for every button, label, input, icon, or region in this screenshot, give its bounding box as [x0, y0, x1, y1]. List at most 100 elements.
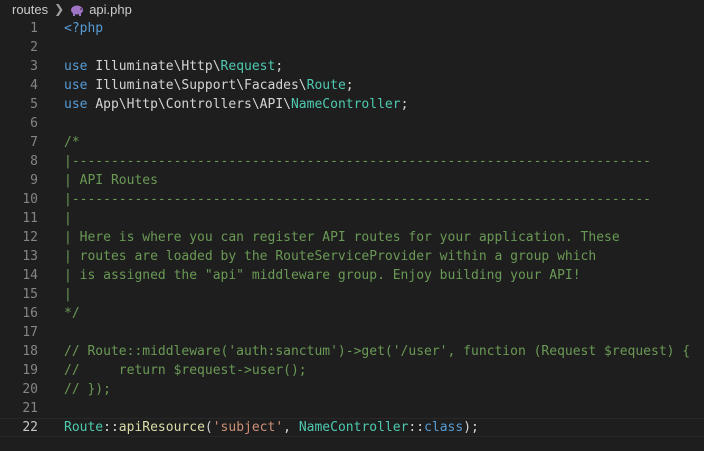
code-token: Request — [220, 59, 276, 74]
line-number: 10 — [22, 192, 38, 207]
chevron-right-icon: ❯ — [54, 2, 65, 16]
code-token: use — [64, 78, 96, 93]
code-line[interactable]: 2 — [0, 38, 704, 57]
code-token: , — [283, 420, 299, 435]
code-token: // Route::middleware('auth:sanctum')->ge… — [64, 344, 691, 359]
code-token: ; — [275, 59, 284, 74]
code-line[interactable]: 12 | Here is where you can register API r… — [0, 228, 704, 247]
code-line[interactable]: 10 |-------------------------------------… — [0, 190, 704, 209]
code-line[interactable]: 15 | — [0, 285, 704, 304]
code-token: | — [64, 287, 72, 302]
code-line[interactable]: 9 | API Routes — [0, 171, 704, 190]
code-line[interactable]: 16 */ — [0, 304, 704, 323]
code-text[interactable]: // return $request->user(); — [64, 361, 307, 380]
line-number: 19 — [22, 363, 38, 378]
code-line[interactable]: 1 <?php — [0, 19, 704, 38]
line-number: 8 — [30, 154, 38, 169]
code-token: App\Http\Controllers\API\ — [95, 97, 291, 112]
code-token: 'subject' — [212, 420, 284, 435]
code-text[interactable]: // }); — [64, 380, 111, 399]
line-number: 5 — [30, 97, 38, 112]
line-number: 20 — [22, 382, 38, 397]
code-token: Route — [306, 78, 346, 93]
code-line[interactable]: 14 | is assigned the "api" middleware gro… — [0, 266, 704, 285]
line-number: 18 — [22, 344, 38, 359]
line-number: 3 — [30, 59, 38, 74]
code-line[interactable]: 6 — [0, 114, 704, 133]
line-number: 2 — [30, 40, 38, 55]
code-token: ; — [345, 78, 354, 93]
code-text[interactable]: | routes are loaded by the RouteServiceP… — [64, 247, 596, 266]
code-text[interactable]: |---------------------------------------… — [64, 152, 651, 171]
code-token: ); — [463, 420, 479, 435]
code-token: ( — [204, 420, 213, 435]
line-number: 4 — [30, 78, 38, 93]
code-token: |---------------------------------------… — [64, 154, 651, 169]
code-text[interactable]: use App\Http\Controllers\API\NameControl… — [64, 95, 408, 114]
line-number: 21 — [22, 401, 38, 416]
code-token: | is assigned the "api" middleware group… — [64, 268, 581, 283]
code-token: :: — [103, 420, 119, 435]
code-token: use — [64, 97, 96, 112]
code-line[interactable]: 7 /* — [0, 133, 704, 152]
code-token: class — [424, 420, 464, 435]
code-editor[interactable]: routes ❯ api.php 1 <?php 2 3 use Illuminate\… — [0, 0, 704, 451]
code-token: /* — [64, 135, 80, 150]
line-number: 1 — [30, 21, 38, 36]
code-line[interactable]: 18 // Route::middleware('auth:sanctum')->… — [0, 342, 704, 361]
code-text[interactable]: | Here is where you can register API rou… — [64, 228, 620, 247]
code-token: use — [64, 59, 96, 74]
line-number: 15 — [22, 287, 38, 302]
line-number: 13 — [22, 249, 38, 264]
line-number: 16 — [22, 306, 38, 321]
code-token: | routes are loaded by the RouteServiceP… — [64, 249, 597, 264]
code-text[interactable]: use Illuminate\Support\Facades\Route; — [64, 76, 354, 95]
breadcrumb-folder[interactable]: routes — [12, 2, 48, 17]
code-line[interactable]: 20 // }); — [0, 380, 704, 399]
code-token: | — [64, 211, 72, 226]
code-token: apiResource — [118, 420, 205, 435]
code-line[interactable]: 8 |--------------------------------------… — [0, 152, 704, 171]
code-line[interactable]: 22 Route::apiResource('subject', NameCont… — [0, 418, 704, 437]
code-line[interactable]: 19 // return $request->user(); — [0, 361, 704, 380]
code-text[interactable]: | is assigned the "api" middleware group… — [64, 266, 581, 285]
code-text[interactable]: // Route::middleware('auth:sanctum')->ge… — [64, 342, 690, 361]
line-number: 17 — [22, 325, 38, 340]
code-line[interactable]: 5 use App\Http\Controllers\API\NameContro… — [0, 95, 704, 114]
breadcrumb-file-label: api.php — [89, 1, 132, 17]
code-text[interactable]: |---------------------------------------… — [64, 190, 651, 209]
code-line[interactable]: 17 — [0, 323, 704, 342]
line-number: 6 — [30, 116, 38, 131]
code-token: Illuminate\Support\Facades\ — [95, 78, 307, 93]
code-token: Illuminate\Http\ — [95, 59, 221, 74]
code-text[interactable]: use Illuminate\Http\Request; — [64, 57, 283, 76]
code-token: NameController — [298, 420, 409, 435]
code-token: :: — [408, 420, 425, 435]
code-line[interactable]: 3 use Illuminate\Http\Request; — [0, 57, 704, 76]
code-token: <?php — [64, 21, 104, 36]
line-number: 9 — [30, 173, 38, 188]
code-line[interactable]: 11 | — [0, 209, 704, 228]
php-elephant-icon — [71, 5, 84, 16]
code-text[interactable]: /* — [64, 133, 80, 152]
code-text[interactable]: <?php — [64, 19, 103, 38]
code-text[interactable]: | — [64, 209, 72, 228]
code-text[interactable]: | — [64, 285, 72, 304]
code-text[interactable]: */ — [64, 304, 80, 323]
code-token: // }); — [64, 382, 111, 397]
line-number: 11 — [22, 211, 38, 226]
code-text[interactable]: Route::apiResource('subject', NameContro… — [64, 418, 479, 437]
code-line[interactable]: 21 — [0, 399, 704, 418]
code-lines[interactable]: 1 <?php 2 3 use Illuminate\Http\Request; 4 use… — [0, 19, 704, 437]
code-line[interactable]: 4 use Illuminate\Support\Facades\Route; — [0, 76, 704, 95]
line-number: 14 — [22, 268, 38, 283]
line-number: 7 — [30, 135, 38, 150]
code-line[interactable]: 13 | routes are loaded by the RouteServic… — [0, 247, 704, 266]
code-token: | Here is where you can register API rou… — [64, 230, 620, 245]
code-text[interactable]: | API Routes — [64, 171, 158, 190]
code-token: ; — [400, 97, 409, 112]
line-number: 22 — [22, 420, 38, 435]
breadcrumb-file[interactable]: api.php — [70, 2, 132, 17]
breadcrumb: routes ❯ api.php — [0, 0, 704, 18]
code-token: | API Routes — [64, 173, 158, 188]
